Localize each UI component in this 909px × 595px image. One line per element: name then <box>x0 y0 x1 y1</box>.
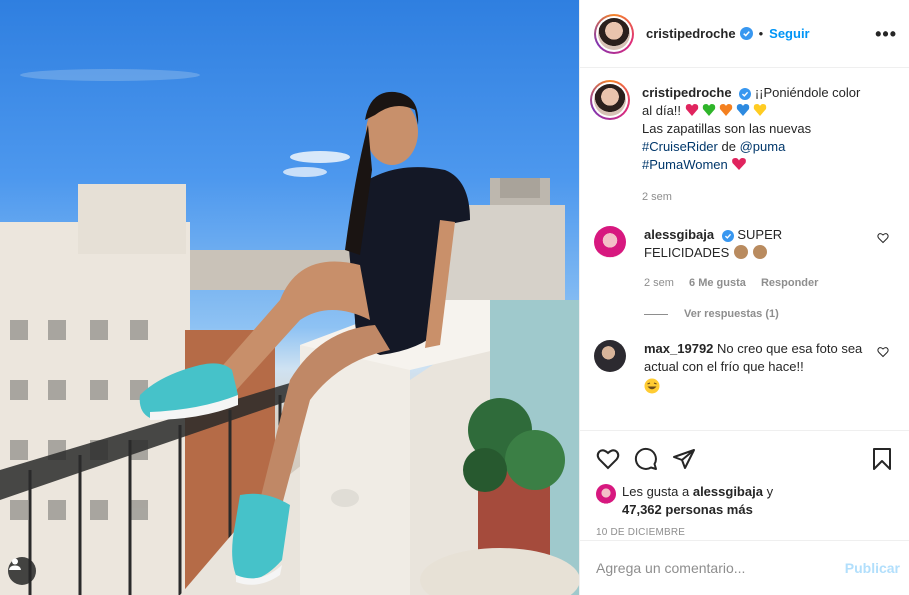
view-replies-button[interactable]: Ver respuestas (1) <box>644 308 893 320</box>
commenter-avatar[interactable] <box>594 226 626 258</box>
likes-summary: Les gusta a alessgibaja y 47,362 persona… <box>596 483 894 519</box>
caption-avatar[interactable] <box>590 80 630 120</box>
heart-emoji-icon <box>732 158 747 170</box>
post-photo[interactable] <box>0 0 579 595</box>
photo-illustration <box>0 69 579 595</box>
verified-icon <box>739 87 752 100</box>
laughing-emoji-icon <box>644 378 660 394</box>
likes-prefix: Les gusta a <box>622 484 690 499</box>
caption-username[interactable]: cristipedroche <box>642 85 732 100</box>
commenter-avatar[interactable] <box>594 340 626 372</box>
hashtag-link[interactable]: #PumaWomen <box>642 157 728 172</box>
follow-button[interactable]: Seguir <box>769 26 809 41</box>
heart-icon[interactable] <box>877 346 889 358</box>
comment-username[interactable]: alessgibaja <box>644 227 714 242</box>
comment: alessgibaja SUPER FELICIDADES 2 sem 6 Me… <box>594 226 893 292</box>
clap-emoji-icon <box>733 245 767 259</box>
add-comment-bar: Publicar <box>580 540 909 595</box>
comment-time[interactable]: 2 sem <box>644 277 674 289</box>
heart-icon[interactable] <box>877 232 889 244</box>
replies-divider <box>644 313 668 315</box>
caption-time[interactable]: 2 sem <box>642 191 672 203</box>
caption-text-2: Las zapatillas son las nuevas <box>642 121 812 136</box>
verified-icon <box>721 229 734 242</box>
user-tag-icon <box>9 558 21 570</box>
action-icons <box>596 439 894 479</box>
comment-likes[interactable]: 6 Me gusta <box>689 277 746 289</box>
share-button[interactable] <box>672 447 696 471</box>
comment-button[interactable] <box>634 447 658 471</box>
comment: max_19792 No creo que esa foto sea actua… <box>594 340 893 399</box>
publish-button[interactable]: Publicar <box>845 560 900 576</box>
reply-button[interactable]: Responder <box>761 277 818 289</box>
hashtag-link[interactable]: #CruiseRider <box>642 139 718 154</box>
separator-dot: • <box>758 26 764 41</box>
mention-link[interactable]: @puma <box>740 139 786 154</box>
save-button[interactable] <box>870 447 894 471</box>
author-avatar[interactable] <box>594 13 634 54</box>
caption-de: de <box>721 139 736 154</box>
comment-username[interactable]: max_19792 <box>644 341 713 356</box>
like-button[interactable] <box>596 447 620 471</box>
more-icon[interactable]: ••• <box>875 24 897 45</box>
verified-icon <box>739 27 753 40</box>
view-replies-label: Ver respuestas (1) <box>684 308 779 320</box>
comment-icon <box>634 447 657 470</box>
comment-input[interactable] <box>596 560 845 576</box>
post-header: cristipedroche • Seguir ••• <box>580 0 909 68</box>
post-date[interactable]: 10 DE DICIEMBRE <box>596 527 894 538</box>
heart-emoji-row <box>685 103 771 118</box>
share-icon <box>673 449 695 469</box>
post-side-panel: cristipedroche • Seguir ••• cristipedroc… <box>579 0 909 595</box>
caption: cristipedroche ¡¡Poniéndole color al día… <box>590 80 893 206</box>
user-tag-button[interactable] <box>8 557 36 585</box>
post-dialog: cristipedroche • Seguir ••• cristipedroc… <box>0 0 909 595</box>
liker-avatar[interactable] <box>596 484 616 504</box>
post-actions: Les gusta a alessgibaja y 47,362 persona… <box>580 430 909 538</box>
comments-list: cristipedroche ¡¡Poniéndole color al día… <box>580 68 909 430</box>
liker-username[interactable]: alessgibaja <box>693 484 763 499</box>
likes-count[interactable]: 47,362 personas más <box>622 502 753 517</box>
author-username[interactable]: cristipedroche <box>646 26 736 41</box>
heart-icon <box>596 449 620 470</box>
save-icon <box>873 448 891 470</box>
likes-and: y <box>766 484 774 499</box>
